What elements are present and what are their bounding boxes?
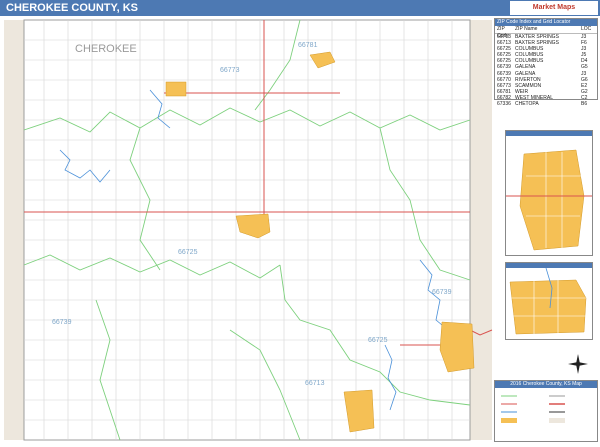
zip-label: 66773 (220, 67, 240, 74)
legend-header: ZIP Code Index and Grid Locator (495, 19, 597, 26)
legend-zip-code: 67336 (497, 101, 511, 108)
legend-col-name: ZIP Name (515, 26, 538, 32)
map-key-title: 2016 Cherokee County, KS Map (495, 381, 597, 388)
east-neighbor-area (470, 20, 492, 440)
map-key-symbols (501, 395, 565, 423)
title-bar: CHEROKEE COUNTY, KS Market Maps (0, 0, 600, 16)
legend-columns: ZIP Code ZIP Name LOC (495, 26, 597, 39)
zip-label: 66713 (305, 380, 325, 387)
zip-label: 66725 (368, 337, 388, 344)
map-title: CHEROKEE COUNTY, KS (6, 2, 139, 14)
inset-columbus-map (506, 136, 592, 255)
map-key: 2016 Cherokee County, KS Map (494, 380, 598, 442)
zip-label: 66739 (52, 319, 72, 326)
zip-label: 66725 (178, 249, 198, 256)
legend-col-loc: LOC (581, 26, 592, 32)
inset-columbus (505, 130, 593, 256)
west-neighbor-area (4, 20, 24, 440)
county-label: CHEROKEE (75, 43, 137, 55)
inset-galena (505, 262, 593, 340)
zip-label: 66781 (298, 42, 318, 49)
legend-rows: 66713 BAXTER SPRINGS J3 66713 BAXTER SPRINGS… (495, 34, 597, 107)
zip-label: 66739 (432, 289, 452, 296)
legend-col-zip: ZIP Code (497, 26, 509, 39)
legend-grid-loc: B6 (581, 101, 588, 108)
brand-logo: Market Maps (510, 1, 598, 15)
zip-index-legend: ZIP Code Index and Grid Locator ZIP Code… (494, 18, 598, 107)
inset-galena-map (506, 267, 592, 339)
legend-row: 67336 CHETOPA B6 (495, 101, 597, 107)
legend-zip-name: CHETOPA (515, 101, 539, 108)
